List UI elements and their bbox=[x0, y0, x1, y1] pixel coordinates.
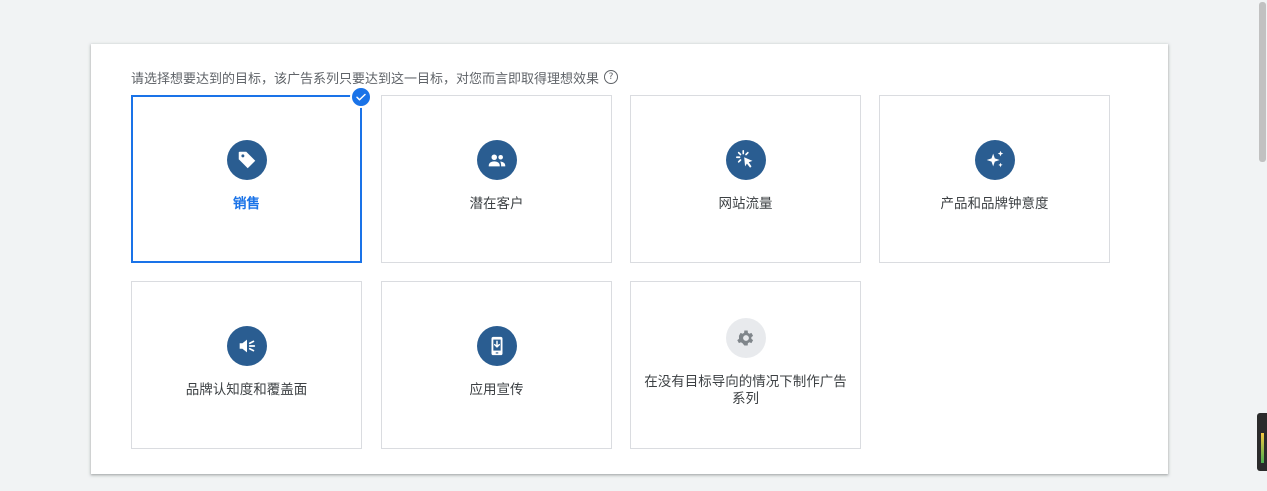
checkmark-icon bbox=[350, 86, 372, 108]
goal-prompt-text: 请选择想要达到的目标，该广告系列只要达到这一目标，对您而言即取得理想效果 bbox=[131, 71, 600, 87]
phone-download-icon bbox=[476, 326, 517, 366]
goal-card-no-goal[interactable]: 在没有目标导向的情况下制作广告系列 bbox=[630, 281, 861, 449]
goal-card-label: 潜在客户 bbox=[469, 196, 524, 212]
goal-card-label: 应用宣传 bbox=[469, 382, 524, 398]
gear-icon bbox=[725, 318, 766, 358]
people-icon bbox=[476, 140, 517, 180]
goal-prompt: 请选择想要达到的目标，该广告系列只要达到这一目标，对您而言即取得理想效果 ? bbox=[131, 68, 619, 87]
goal-card-label: 品牌认知度和覆盖面 bbox=[185, 382, 308, 398]
level-meter-icon bbox=[1261, 433, 1264, 463]
goal-card-website-traffic[interactable]: 网站流量 bbox=[630, 95, 861, 263]
goal-card-sales[interactable]: 销售 bbox=[131, 86, 372, 263]
goal-card-brand-awareness[interactable]: 品牌认知度和覆盖面 bbox=[131, 281, 362, 449]
goal-card-label: 产品和品牌钟意度 bbox=[940, 196, 1049, 212]
goal-card-leads[interactable]: 潜在客户 bbox=[381, 95, 612, 263]
tag-icon bbox=[226, 140, 267, 180]
megaphone-icon bbox=[226, 326, 267, 366]
cursor-click-icon bbox=[725, 140, 766, 180]
goal-card-label: 销售 bbox=[233, 196, 260, 212]
side-widget[interactable] bbox=[1257, 413, 1267, 471]
help-icon[interactable]: ? bbox=[604, 70, 619, 84]
goal-card-app-promotion[interactable]: 应用宣传 bbox=[381, 281, 612, 449]
goal-card-label: 网站流量 bbox=[718, 196, 773, 212]
sparkle-icon bbox=[974, 140, 1015, 180]
goal-card-label: 在没有目标导向的情况下制作广告系列 bbox=[644, 374, 847, 407]
goal-card-brand-consideration[interactable]: 产品和品牌钟意度 bbox=[879, 95, 1110, 263]
scrollbar-thumb[interactable] bbox=[1259, 2, 1266, 162]
